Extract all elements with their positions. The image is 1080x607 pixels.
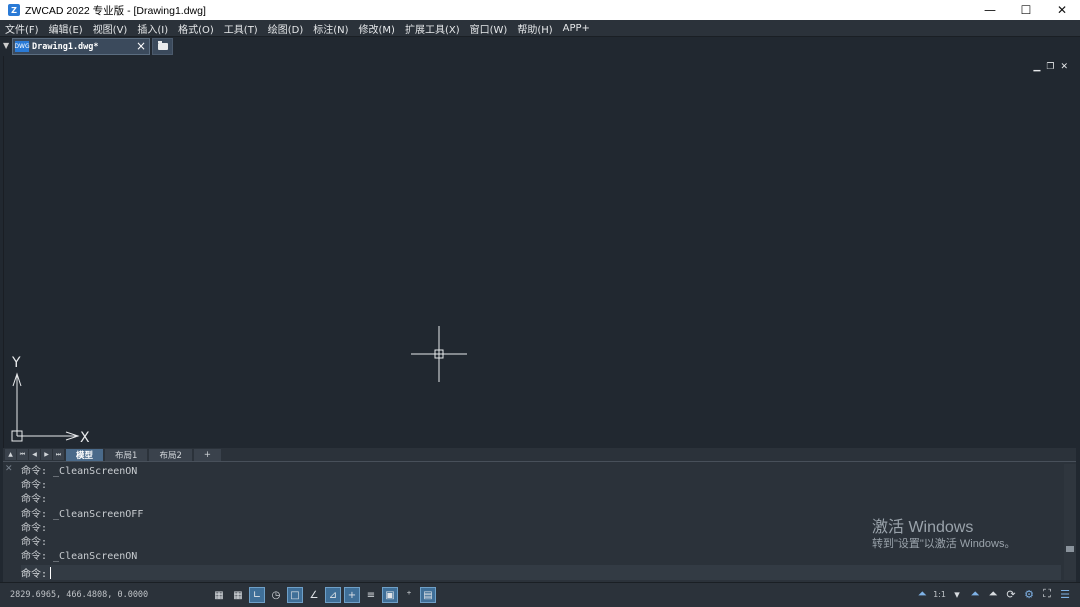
menu-view[interactable]: 视图(V) [88, 21, 133, 36]
ucs-axis-icon: Y X [11, 355, 90, 444]
layout-tab-bar: ▲ ⏮ ◀ ▶ ⏭ 模型 布局1 布局2 + [3, 448, 1076, 461]
clean-screen-icon[interactable]: ⛶ [1040, 586, 1054, 602]
close-tab-icon[interactable]: × [136, 39, 146, 53]
menu-dimension[interactable]: 标注(N) [308, 21, 353, 36]
menu-file[interactable]: 文件(F) [0, 21, 44, 36]
command-history-line: 命令: _CleanScreenON [21, 466, 138, 477]
prev-layout-icon[interactable]: ◀ [29, 449, 40, 460]
close-button[interactable]: ✕ [1044, 0, 1080, 20]
folder-icon [157, 41, 168, 50]
status-bar: 2829.6965, 466.4808, 0.0000 ▦ ▦ ∟ ◷ □ ∠ … [0, 582, 1080, 607]
menu-bar: 文件(F) 编辑(E) 视图(V) 插入(I) 格式(O) 工具(T) 绘图(D… [0, 20, 1080, 37]
annotation-visibility-icon[interactable]: ⏶ [968, 586, 982, 602]
viewport-close-icon[interactable]: ✕ [1060, 62, 1068, 72]
minimize-button[interactable]: — [972, 0, 1008, 20]
viewport-restore-icon[interactable]: ❐ [1046, 62, 1054, 72]
expand-layout-icon[interactable]: ▲ [5, 449, 16, 460]
window-title: ZWCAD 2022 专业版 - [Drawing1.dwg] [25, 4, 206, 17]
menu-edit[interactable]: 编辑(E) [44, 21, 88, 36]
command-window-grip[interactable]: ✕ [5, 464, 15, 579]
transparency-icon[interactable]: ▣ [382, 587, 398, 603]
drawing-canvas[interactable]: ▁ ❐ ✕ Y X [3, 56, 1076, 448]
command-scrollbar[interactable] [1064, 464, 1076, 580]
cursor-coordinates[interactable]: 2829.6965, 466.4808, 0.0000 [10, 590, 148, 600]
object-snap-tracking-icon[interactable]: ⊿ [325, 587, 341, 603]
command-history-line: 命令: [21, 494, 48, 506]
auto-scale-icon[interactable]: ⏶ [986, 586, 1000, 602]
zwcad-app-icon[interactable]: Z [8, 4, 20, 16]
annotation-scale-value[interactable]: 1:1 [933, 590, 946, 599]
tab-layout1[interactable]: 布局1 [105, 448, 148, 461]
first-layout-icon[interactable]: ⏮ [17, 449, 28, 460]
ucs-y-label: Y [11, 355, 21, 371]
customization-menu-icon[interactable]: ☰ [1058, 586, 1072, 602]
tab-model[interactable]: 模型 [66, 448, 104, 461]
document-tab-drawing1[interactable]: DWG Drawing1.dwg* × [12, 38, 150, 55]
document-tab-bar: ▼ DWG Drawing1.dwg* × [0, 37, 1080, 56]
annotation-monitor-icon[interactable]: ▤ [420, 587, 436, 603]
object-snap-icon[interactable]: □ [287, 587, 303, 603]
settings-gear-icon[interactable]: ⚙ [1022, 586, 1036, 602]
dynamic-ucs-icon[interactable]: ∠ [306, 587, 322, 603]
grid-display-icon[interactable]: ▦ [211, 587, 227, 603]
scale-dropdown-icon[interactable]: ▾ [950, 586, 964, 602]
command-input[interactable]: 命令: [21, 565, 1061, 580]
menu-draw[interactable]: 绘图(D) [263, 21, 309, 36]
windows-activation-subtitle: 转到"设置"以激活 Windows。 [872, 538, 1016, 550]
scrollbar-thumb[interactable] [1066, 546, 1074, 552]
snap-mode-icon[interactable]: ▦ [230, 587, 246, 603]
menu-tools[interactable]: 工具(T) [219, 21, 263, 36]
ucs-x-label: X [80, 430, 90, 444]
dynamic-input-icon[interactable]: + [344, 587, 360, 603]
polar-tracking-icon[interactable]: ◷ [268, 587, 284, 603]
viewport-minimize-icon[interactable]: ▁ [1033, 62, 1040, 72]
dwg-file-icon: DWG [14, 41, 30, 52]
crosshair-cursor [411, 326, 467, 382]
menu-modify[interactable]: 修改(M) [354, 21, 400, 36]
annotation-scale-icon[interactable]: ⏶ [915, 586, 929, 602]
workspace-icon[interactable]: ⟳ [1004, 586, 1018, 602]
maximize-button[interactable]: ☐ [1008, 0, 1044, 20]
text-caret [50, 566, 52, 579]
menu-extension-tools[interactable]: 扩展工具(X) [400, 21, 465, 36]
command-history-line: 命令: _CleanScreenON [21, 551, 138, 563]
ortho-mode-icon[interactable]: ∟ [249, 587, 265, 603]
lineweight-icon[interactable]: ≡ [363, 587, 379, 603]
add-layout-button[interactable]: + [193, 448, 221, 461]
menu-help[interactable]: 帮助(H) [512, 21, 557, 36]
last-layout-icon[interactable]: ⏭ [53, 449, 64, 460]
next-layout-icon[interactable]: ▶ [41, 449, 52, 460]
tab-layout2[interactable]: 布局2 [149, 448, 192, 461]
command-history-line: 命令: [21, 480, 48, 492]
selection-cycling-icon[interactable]: ⁺ [401, 587, 417, 603]
document-tab-label: Drawing1.dwg* [32, 41, 99, 52]
menu-format[interactable]: 格式(O) [173, 21, 219, 36]
menu-app-plus[interactable]: APP+ [558, 23, 595, 34]
menu-window[interactable]: 窗口(W) [465, 21, 513, 36]
windows-activation-title: 激活 Windows [872, 519, 974, 536]
menu-insert[interactable]: 插入(I) [132, 21, 173, 36]
command-prompt-label: 命令: [21, 569, 48, 580]
new-drawing-button[interactable] [152, 38, 173, 55]
title-bar: Z ZWCAD 2022 专业版 - [Drawing1.dwg] — ☐ ✕ [0, 0, 1080, 20]
